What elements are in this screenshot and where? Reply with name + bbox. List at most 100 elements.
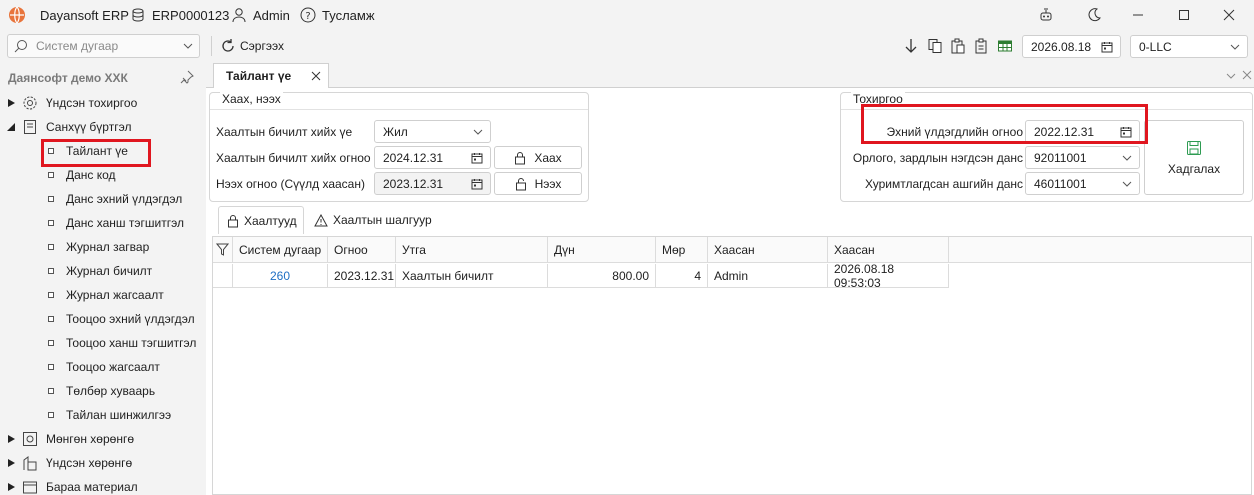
sidebar-item-finance[interactable]: Санхүү бүртгэл — [6, 116, 131, 138]
column-header[interactable]: Огноо — [328, 237, 396, 263]
initial-balance-label: Эхний үлдэгдлийн огноо — [886, 125, 1024, 139]
bullet-icon — [48, 340, 54, 346]
sidebar-item-label: Тооцоо ханш тэгшитгэл — [66, 336, 197, 350]
save-button[interactable]: Хадгалах — [1144, 120, 1244, 195]
help-menu[interactable]: ? Тусламж — [300, 0, 375, 30]
open-date-label: Нээх огноо (Сүүлд хаасан) — [216, 177, 365, 191]
title-bar: Dayansoft ERP ERP0000123 Admin ? Тусламж — [0, 0, 1254, 32]
lock-icon — [228, 214, 238, 227]
period-select[interactable]: Жил — [374, 120, 491, 143]
company-select[interactable]: 0-LLC — [1130, 35, 1248, 58]
bullet-icon — [48, 316, 54, 322]
svg-text:?: ? — [305, 11, 310, 22]
tab-reporting-period[interactable]: Тайлант үе — [213, 63, 329, 88]
retained-account-select[interactable]: 46011001 — [1025, 172, 1140, 195]
expand-arrow-icon[interactable] — [6, 458, 16, 468]
clipboard-button[interactable] — [972, 37, 990, 55]
refresh-button[interactable]: Сэргээх — [220, 35, 284, 57]
sidebar-item-settlement-list[interactable]: Тооцоо жагсаалт — [48, 356, 160, 378]
ledger-icon — [22, 119, 38, 135]
collapse-arrow-icon[interactable] — [6, 122, 16, 132]
open-period-button[interactable]: Нээх — [494, 172, 582, 195]
sidebar-item-reporting-period[interactable]: Тайлант үе — [48, 140, 128, 162]
income-account-select[interactable]: 92011001 — [1025, 146, 1140, 169]
copy-icon — [928, 39, 942, 53]
moon-icon — [1088, 8, 1101, 22]
column-header[interactable]: Систем дугаар — [233, 237, 328, 263]
bullet-icon — [48, 388, 54, 394]
sidebar-item-account-revaluation[interactable]: Данс ханш тэгшитгэл — [48, 212, 184, 234]
calendar-icon — [471, 178, 483, 189]
user-menu[interactable]: Admin — [231, 0, 290, 30]
close-period-button[interactable]: Хаах — [494, 146, 582, 169]
table-cell: 800.00 — [548, 264, 656, 288]
initial-balance-date-field[interactable]: 2022.12.31 — [1025, 120, 1140, 143]
system-number-link[interactable]: 260 — [233, 264, 328, 288]
sidebar-item-payment-schedule[interactable]: Төлбөр хуваарь — [48, 380, 155, 402]
tab-label: Тайлант үе — [226, 69, 292, 83]
bullet-icon — [48, 244, 54, 250]
table-cell: Admin — [708, 264, 828, 288]
maximize-button[interactable] — [1161, 0, 1207, 30]
expand-arrow-icon[interactable] — [6, 434, 16, 444]
close-window-button[interactable] — [1206, 0, 1252, 30]
search-box[interactable]: Систем дугаар — [7, 34, 200, 58]
period-value: Жил — [383, 124, 408, 139]
sidebar-item-account-code[interactable]: Данс код — [48, 164, 116, 186]
copy-button[interactable] — [926, 37, 944, 55]
expand-arrow-icon[interactable] — [6, 98, 16, 108]
tab-closings[interactable]: Хаалтууд — [218, 206, 304, 234]
expand-arrow-icon[interactable] — [6, 482, 16, 492]
spreadsheet-icon — [998, 40, 1012, 52]
bullet-icon — [48, 172, 54, 178]
sidebar-item-label: Төлбөр хуваарь — [66, 384, 156, 398]
chevron-down-icon[interactable] — [1226, 72, 1236, 80]
sidebar-item-settlement-revaluation[interactable]: Тооцоо ханш тэгшитгэл — [48, 332, 196, 354]
period-label: Хаалтын бичилт хийх үе — [216, 125, 353, 139]
database-selector[interactable]: ERP0000123 — [130, 0, 229, 30]
close-date-value: 2024.12.31 — [383, 150, 444, 165]
sidebar-item-cash[interactable]: Мөнгөн хөрөнгө — [6, 428, 134, 450]
work-date-value: 2026.08.18 — [1031, 39, 1092, 54]
table-cell: 2023.12.31 — [328, 264, 396, 288]
column-header[interactable]: Хаасан — [828, 237, 949, 263]
column-header[interactable]: Утга — [396, 237, 548, 263]
close-tab-icon[interactable] — [311, 71, 321, 81]
sidebar-item-journal-entry[interactable]: Журнал бичилт — [48, 260, 152, 282]
initial-balance-value: 2022.12.31 — [1034, 124, 1095, 139]
sidebar-item-report-analysis[interactable]: Тайлан шинжилгээ — [48, 404, 171, 426]
minimize-button[interactable] — [1115, 0, 1161, 30]
sidebar-item-journal-template[interactable]: Журнал загвар — [48, 236, 149, 258]
sidebar-item-label: Тайлан шинжилгээ — [66, 408, 172, 422]
search-icon — [14, 40, 27, 53]
open-date-field[interactable]: 2023.12.31 — [374, 172, 491, 195]
column-header[interactable]: Мөр — [656, 237, 708, 263]
sidebar-item-label: Журнал бичилт — [66, 264, 153, 278]
theme-toggle-button[interactable] — [1071, 0, 1117, 30]
filter-button[interactable] — [213, 237, 233, 263]
pin-button[interactable] — [180, 70, 194, 84]
sidebar-item-inventory[interactable]: Бараа материал — [6, 476, 138, 495]
filter-icon — [216, 243, 229, 256]
work-date-field[interactable]: 2026.08.18 — [1022, 35, 1121, 58]
assistant-button[interactable] — [1023, 0, 1069, 30]
download-button[interactable] — [902, 37, 920, 55]
sidebar-item-general-settings[interactable]: Үндсэн тохиргоо — [6, 92, 137, 114]
tab-closing-criteria[interactable]: Хаалтын шалгуур — [314, 206, 432, 234]
calendar-icon — [1120, 126, 1132, 137]
sidebar-item-label: Үндсэн хөрөнгө — [46, 456, 133, 470]
excel-button[interactable] — [996, 37, 1014, 55]
paste-button[interactable] — [949, 37, 967, 55]
bullet-icon — [48, 268, 54, 274]
sidebar-item-journal-list[interactable]: Журнал жагсаалт — [48, 284, 164, 306]
sidebar-item-fixed-assets[interactable]: Үндсэн хөрөнгө — [6, 452, 132, 474]
sidebar-item-label: Санхүү бүртгэл — [46, 120, 132, 134]
sidebar-item-settlement-opening-balance[interactable]: Тооцоо эхний үлдэгдэл — [48, 308, 195, 330]
open-button-label: Нээх — [534, 176, 562, 191]
sidebar-item-label: Данс код — [66, 168, 116, 182]
sidebar-item-account-opening-balance[interactable]: Данс эхний үлдэгдэл — [48, 188, 182, 210]
column-header[interactable]: Хаасан — [708, 237, 828, 263]
close-icon[interactable] — [1242, 70, 1252, 80]
close-date-field[interactable]: 2024.12.31 — [374, 146, 491, 169]
column-header[interactable]: Дүн — [548, 237, 656, 263]
